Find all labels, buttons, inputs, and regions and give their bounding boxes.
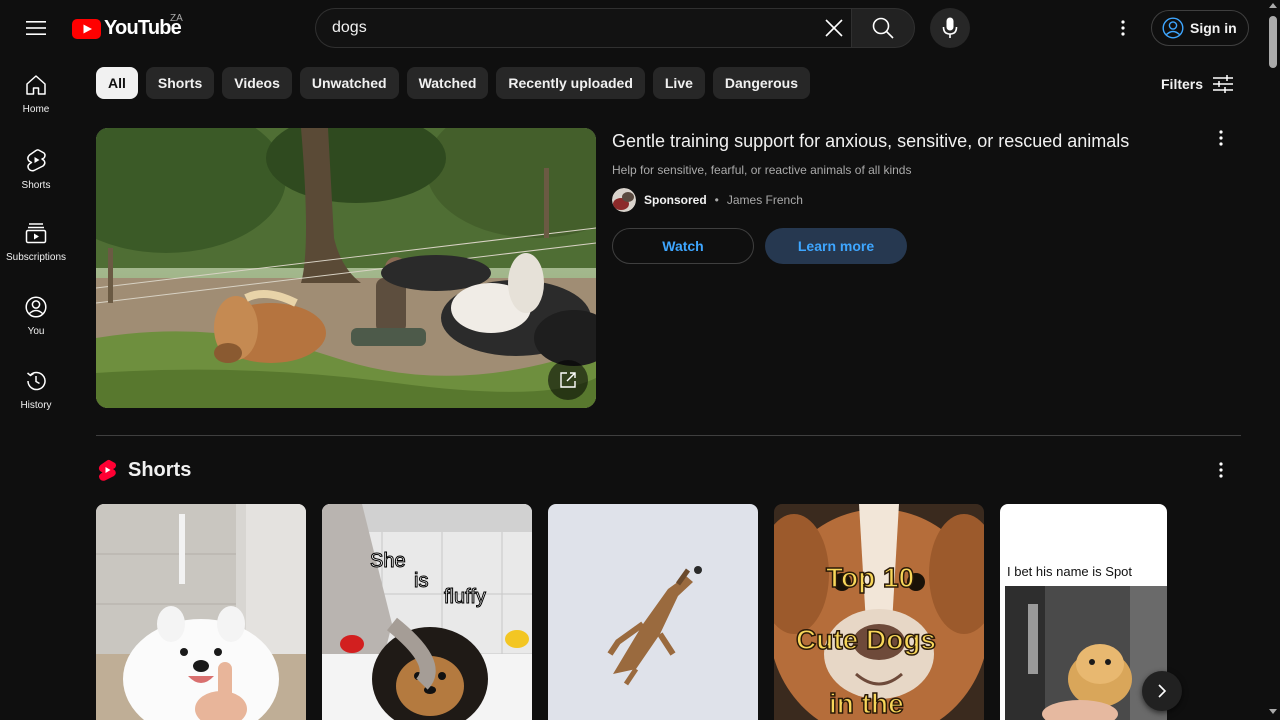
scroll-down-arrow[interactable] <box>1269 709 1277 714</box>
tune-icon <box>1213 75 1234 93</box>
mic-icon <box>942 17 958 38</box>
short-overlay-text: She <box>370 550 407 573</box>
sidebar-item-history[interactable]: History <box>4 352 68 426</box>
voice-search-button[interactable] <box>930 8 970 48</box>
youtube-logo-icon <box>72 18 101 39</box>
clear-icon <box>825 19 843 37</box>
sidebar-item-you[interactable]: You <box>4 278 68 352</box>
shorts-icon <box>27 149 46 172</box>
short-thumbnail <box>96 504 306 720</box>
shorts-logo-icon <box>98 459 116 481</box>
sidebar-item-label: Home <box>22 104 50 115</box>
home-icon <box>26 75 46 95</box>
clear-search-button[interactable] <box>814 8 854 48</box>
watch-button[interactable]: Watch <box>612 228 754 264</box>
ad-meta: Sponsored • James French <box>612 188 803 212</box>
shorts-next-button[interactable] <box>1142 671 1182 711</box>
shorts-header: Shorts <box>96 458 191 482</box>
ad-thumbnail[interactable] <box>96 128 596 408</box>
section-divider <box>96 435 1241 436</box>
short-overlay-text: in the <box>828 687 904 720</box>
chip-watched[interactable]: Watched <box>406 67 489 99</box>
short-thumbnail <box>548 504 758 720</box>
chip-all[interactable]: All <box>96 67 138 99</box>
short-overlay-text: Top 10 <box>825 561 915 594</box>
sidebar-item-label: Subscriptions <box>5 252 67 263</box>
history-icon <box>27 371 46 391</box>
page-scrollbar[interactable] <box>1266 0 1280 720</box>
learn-more-button[interactable]: Learn more <box>765 228 907 264</box>
sidebar-item-shorts[interactable]: Shorts <box>4 130 68 204</box>
ad-thumbnail-image <box>96 128 596 408</box>
sign-in-button[interactable]: Sign in <box>1151 10 1249 46</box>
short-overlay-text: Cute Dogs <box>795 623 937 656</box>
more-vert-icon <box>1121 20 1125 36</box>
ad-description: Help for sensitive, fearful, or reactive… <box>612 163 912 177</box>
shorts-section-title: Shorts <box>128 458 192 481</box>
settings-more-button[interactable] <box>1103 8 1143 48</box>
scroll-up-arrow[interactable] <box>1269 3 1277 8</box>
more-vert-icon <box>1219 462 1223 478</box>
shorts-menu-button[interactable] <box>1203 452 1239 488</box>
search-query[interactable]: dogs <box>332 19 367 37</box>
chip-shorts[interactable]: Shorts <box>145 67 215 99</box>
filter-chips: All Shorts Videos Unwatched Watched Rece… <box>96 67 811 99</box>
short-overlay-text: fluffy <box>444 586 487 609</box>
sidebar-item-label: You <box>27 326 45 337</box>
guide-button[interactable] <box>16 8 56 48</box>
advertiser-name: James French <box>726 193 803 207</box>
sign-in-label: Sign in <box>1190 20 1237 36</box>
scroll-thumb[interactable] <box>1269 16 1277 68</box>
filters-label: Filters <box>1161 76 1204 92</box>
youtube-logo[interactable]: YouTube <box>72 17 182 40</box>
short-thumbnail <box>322 504 532 720</box>
open-external-button[interactable] <box>548 360 588 400</box>
sidebar-item-subscriptions[interactable]: Subscriptions <box>4 204 68 278</box>
short-card[interactable]: Top 10 Cute Dogs in the <box>774 504 984 720</box>
short-card[interactable] <box>548 504 758 720</box>
country-code: ZA <box>170 13 183 24</box>
meta-separator: • <box>714 193 719 207</box>
short-caption: I bet his name is Spot <box>1007 564 1133 579</box>
external-link-icon <box>560 372 576 388</box>
chip-dangerous[interactable]: Dangerous <box>712 67 811 99</box>
subscriptions-icon <box>25 223 47 244</box>
short-overlay-text: is <box>413 570 429 593</box>
ad-title[interactable]: Gentle training support for anxious, sen… <box>612 130 1192 152</box>
filters-button[interactable]: Filters <box>1161 71 1234 97</box>
more-vert-icon <box>1219 130 1223 146</box>
chip-live[interactable]: Live <box>652 67 705 99</box>
you-icon <box>25 296 47 318</box>
ad-menu-button[interactable] <box>1203 120 1239 156</box>
masthead: YouTube ZA dogs Sign in <box>0 0 1266 56</box>
sidebar-item-label: Shorts <box>21 180 51 191</box>
chevron-right-icon <box>1158 684 1167 698</box>
search-icon <box>872 17 894 39</box>
search-button[interactable] <box>851 8 915 48</box>
sponsored-label: Sponsored <box>644 193 707 207</box>
short-card[interactable] <box>96 504 306 720</box>
sidebar-item-home[interactable]: Home <box>4 56 68 130</box>
account-icon <box>1162 17 1184 39</box>
sidebar-item-label: History <box>20 400 52 411</box>
search-input[interactable]: dogs <box>315 8 852 48</box>
chip-unwatched[interactable]: Unwatched <box>299 67 399 99</box>
menu-icon <box>26 21 46 35</box>
advertiser-avatar <box>612 188 636 212</box>
short-card[interactable]: She is fluffy <box>322 504 532 720</box>
chip-recently-uploaded[interactable]: Recently uploaded <box>496 67 645 99</box>
chip-videos[interactable]: Videos <box>222 67 292 99</box>
